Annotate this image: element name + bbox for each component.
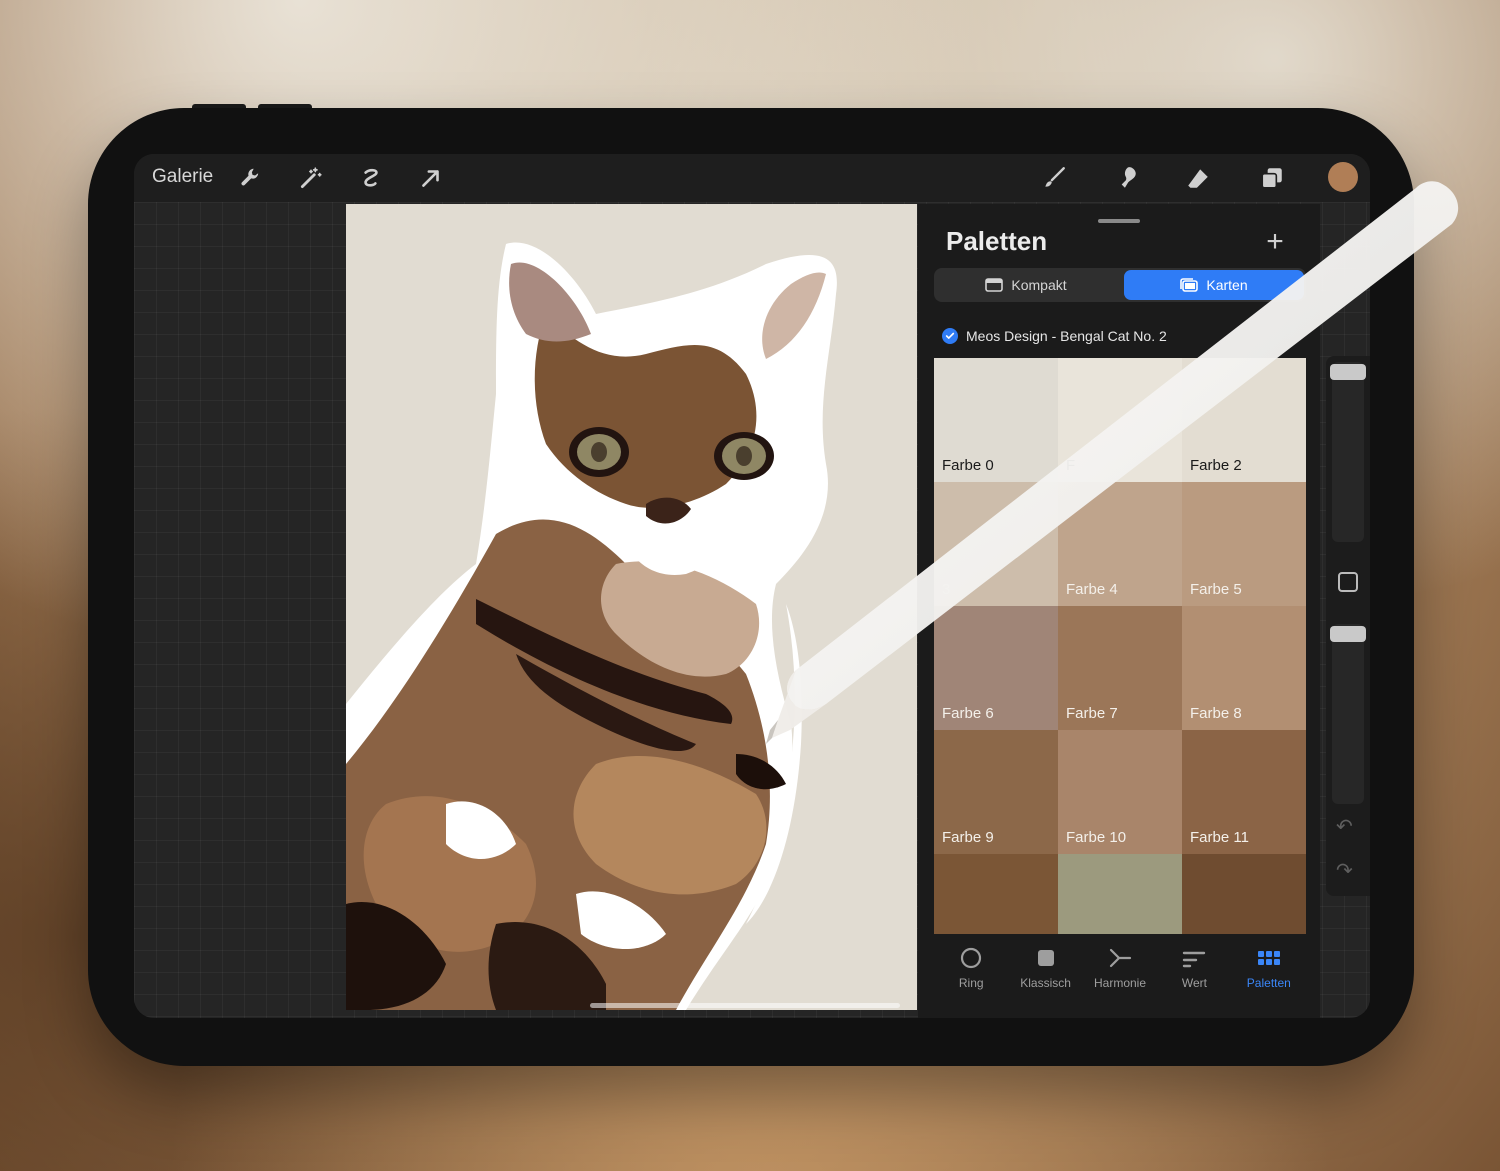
eraser-icon[interactable]: [1182, 162, 1214, 194]
color-swatch[interactable]: Farbe 5: [1182, 482, 1306, 606]
ring-icon: [961, 947, 982, 969]
undo-icon[interactable]: ↶: [1336, 814, 1353, 839]
swatch-label: Farbe 8: [1190, 705, 1242, 722]
segment-label: Kompakt: [1011, 277, 1067, 293]
checkmark-icon: [942, 328, 958, 344]
palette-header[interactable]: Meos Design - Bengal Cat No. 2: [942, 328, 1167, 344]
tab-label: Ring: [958, 976, 984, 990]
current-color-button[interactable]: [1328, 162, 1358, 192]
color-swatch[interactable]: 3: [934, 482, 1058, 606]
swatch-label: F: [1066, 457, 1076, 474]
brush-size-slider[interactable]: [1332, 362, 1364, 542]
modify-button[interactable]: [1338, 572, 1358, 592]
color-swatch[interactable]: [1058, 854, 1182, 934]
brush-size-knob[interactable]: [1330, 364, 1366, 380]
segment-kompakt[interactable]: Kompakt: [936, 270, 1116, 300]
swatch-label: Farbe 0: [942, 457, 994, 474]
segment-karten[interactable]: Karten: [1124, 270, 1304, 300]
color-swatch[interactable]: Farbe 8: [1182, 606, 1306, 730]
panel-title: Paletten: [946, 226, 1048, 256]
color-swatch[interactable]: Farbe 0: [934, 358, 1058, 482]
color-swatch[interactable]: Farbe 11: [1182, 730, 1306, 854]
view-segmented-control: Kompakt Karten: [934, 268, 1306, 302]
color-swatch[interactable]: Farbe 9: [934, 730, 1058, 854]
palette-name: Meos Design - Bengal Cat No. 2: [966, 328, 1167, 344]
right-sidebar: ↶ ↷: [1326, 356, 1370, 896]
swatch-label: Farbe 4: [1066, 581, 1118, 598]
color-swatch[interactable]: Farbe 7: [1058, 606, 1182, 730]
transform-arrow-icon[interactable]: [415, 162, 447, 194]
swatch-label: Farbe 10: [1066, 829, 1127, 846]
layers-icon[interactable]: [1256, 162, 1288, 194]
top-toolbar: Galerie: [134, 154, 1370, 202]
home-indicator: [590, 1003, 900, 1008]
redo-icon[interactable]: ↷: [1336, 858, 1353, 883]
screen: Galerie ↶ ↷ Paletten + Kompakt Karten Me…: [134, 154, 1370, 1018]
tab-klassisch[interactable]: Klassisch: [1008, 942, 1082, 1002]
swatch-label: Farbe 11: [1190, 829, 1249, 846]
swatch-grid: Farbe 0 F Farbe 2 3 Farbe 4 Farbe 5 Farbe 6 Far…: [934, 358, 1306, 934]
color-swatch[interactable]: Farbe 4: [1058, 482, 1182, 606]
color-swatch[interactable]: Farbe 10: [1058, 730, 1182, 854]
drawing-canvas[interactable]: [346, 204, 917, 1010]
compact-view-icon: [985, 278, 1004, 292]
swatch-label: Farbe 6: [942, 705, 994, 722]
wrench-icon[interactable]: [235, 162, 267, 194]
grid-icon: [1257, 951, 1280, 965]
opacity-knob[interactable]: [1330, 626, 1366, 642]
color-swatch[interactable]: Farbe 6: [934, 606, 1058, 730]
selection-icon[interactable]: [355, 162, 387, 194]
tab-label: Harmonie: [1094, 976, 1147, 990]
cat-artwork: [346, 242, 837, 1010]
sliders-icon: [1183, 951, 1206, 968]
brush-icon[interactable]: [1038, 162, 1070, 194]
tab-label: Klassisch: [1020, 976, 1071, 990]
swatch-label: Farbe 2: [1190, 457, 1242, 474]
tab-harmonie[interactable]: Harmonie: [1083, 942, 1157, 1002]
color-mode-tabs: Ring Klassisch Harmonie Wert Paletten: [934, 942, 1306, 1002]
tab-label: Wert: [1181, 976, 1207, 990]
color-swatch[interactable]: [934, 854, 1058, 934]
tab-wert[interactable]: Wert: [1157, 942, 1231, 1002]
tab-label: Paletten: [1246, 976, 1291, 990]
swatch-label: Farbe 5: [1190, 581, 1242, 598]
opacity-slider[interactable]: [1332, 624, 1364, 804]
panel-grabber[interactable]: [1098, 219, 1140, 223]
cards-view-icon: [1180, 278, 1199, 292]
swatch-label: Farbe 9: [942, 829, 994, 846]
harmony-icon: [1109, 948, 1132, 968]
swatch-label: Farbe 7: [1066, 705, 1118, 722]
tab-ring[interactable]: Ring: [934, 942, 1008, 1002]
swatch-label: 3: [942, 581, 951, 598]
smudge-icon[interactable]: [1110, 162, 1142, 194]
tab-paletten[interactable]: Paletten: [1232, 942, 1306, 1002]
color-swatch[interactable]: [1182, 854, 1306, 934]
color-swatch[interactable]: F: [1058, 358, 1182, 482]
palette-panel: Paletten + Kompakt Karten Meos Design - …: [918, 204, 1320, 1018]
add-palette-button[interactable]: +: [1262, 227, 1288, 257]
gallery-button[interactable]: Galerie: [152, 166, 213, 188]
segment-label: Karten: [1206, 277, 1248, 293]
color-swatch[interactable]: Farbe 2: [1182, 358, 1306, 482]
square-icon: [1037, 950, 1054, 966]
magic-wand-icon[interactable]: [295, 162, 327, 194]
